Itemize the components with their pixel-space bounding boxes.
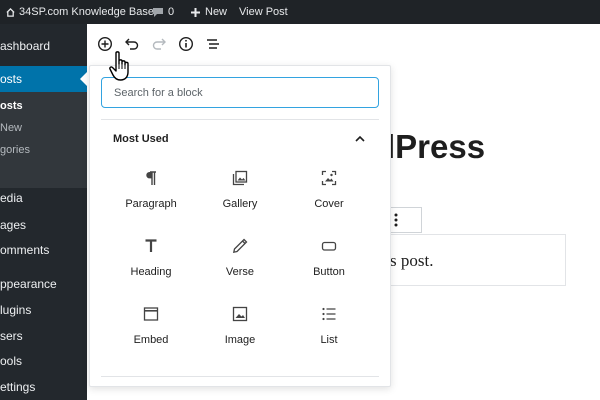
block-label: Image: [224, 334, 256, 346]
admin-sidebar: ashboard osts osts New gories edia ages …: [0, 24, 87, 400]
sidebar-item-posts[interactable]: osts: [0, 66, 87, 92]
plus-icon: [190, 7, 201, 18]
gallery-icon: [232, 170, 248, 186]
sidebar-item-label: lugins: [0, 303, 32, 317]
home-icon: [6, 7, 15, 17]
block-label: Cover: [314, 198, 344, 210]
sidebar-item-label: osts: [0, 72, 23, 86]
outline-icon[interactable]: [203, 34, 223, 54]
submenu-add-new[interactable]: New: [0, 122, 22, 134]
block-label: Paragraph: [125, 198, 177, 210]
block-label: Embed: [133, 334, 169, 346]
redo-icon[interactable]: [149, 34, 169, 54]
block-item-gallery[interactable]: Gallery: [196, 164, 284, 222]
site-name-link[interactable]: 34SP.com Knowledge Base: [6, 0, 154, 24]
current-menu-arrow: [80, 72, 87, 86]
verse-icon: [232, 238, 248, 254]
most-used-panel-title[interactable]: Most Used: [113, 133, 169, 145]
paragraph-block[interactable]: s post.: [380, 234, 566, 286]
paragraph-text-fragment: s post.: [390, 251, 434, 270]
sidebar-item-label: omments: [0, 243, 50, 257]
block-search-input[interactable]: [101, 77, 379, 108]
sidebar-item-label: ages: [0, 218, 27, 232]
block-item-cover[interactable]: Cover: [285, 164, 373, 222]
sidebar-item-settings[interactable]: ettings: [0, 377, 87, 397]
block-item-embed[interactable]: Embed: [107, 300, 195, 358]
more-options-icon[interactable]: [394, 212, 398, 233]
admin-bar: 34SP.com Knowledge Base 0 New View Post: [0, 0, 600, 24]
sidebar-item-tools[interactable]: ools: [0, 351, 87, 371]
sidebar-item-media[interactable]: edia: [0, 188, 87, 208]
block-item-paragraph[interactable]: Paragraph: [107, 164, 195, 222]
sidebar-item-label: sers: [0, 329, 23, 343]
list-icon: [321, 306, 337, 322]
block-label: Heading: [130, 266, 172, 278]
block-label: Gallery: [222, 198, 258, 210]
divider: [101, 119, 379, 120]
image-icon: [232, 306, 248, 322]
sidebar-item-pages[interactable]: ages: [0, 215, 87, 235]
comments-link[interactable]: 0: [152, 0, 174, 24]
embed-icon: [143, 306, 159, 322]
block-inserter-popover: Most Used Paragraph Gallery Cover Headin…: [89, 65, 391, 387]
cover-icon: [321, 170, 337, 186]
posts-submenu: osts New gories: [0, 92, 87, 188]
block-label: List: [320, 334, 338, 346]
sidebar-item-label: ools: [0, 354, 23, 368]
submenu-all-posts[interactable]: osts: [0, 100, 23, 112]
submenu-categories[interactable]: gories: [0, 144, 30, 156]
block-item-list[interactable]: List: [285, 300, 373, 358]
block-item-verse[interactable]: Verse: [196, 232, 284, 290]
block-label: Verse: [225, 266, 255, 278]
sidebar-item-label: edia: [0, 191, 23, 205]
heading-icon: [143, 238, 159, 254]
sidebar-item-dashboard[interactable]: ashboard: [0, 36, 87, 56]
sidebar-item-appearance[interactable]: ppearance: [0, 274, 87, 294]
paragraph-icon: [143, 170, 159, 186]
sidebar-item-users[interactable]: sers: [0, 326, 87, 346]
new-label: New: [205, 6, 228, 18]
chevron-up-icon[interactable]: [354, 132, 366, 150]
block-item-heading[interactable]: Heading: [107, 232, 195, 290]
block-label: Button: [313, 266, 345, 278]
hand-pointer-cursor-icon: [108, 50, 136, 84]
sidebar-item-label: ppearance: [0, 277, 57, 291]
view-post-link[interactable]: View Post: [239, 0, 288, 24]
block-item-button[interactable]: Button: [285, 232, 373, 290]
new-content-link[interactable]: New: [190, 0, 227, 24]
comments-count: 0: [168, 6, 175, 18]
comment-bubble-icon: [152, 7, 164, 18]
button-icon: [321, 238, 337, 254]
sidebar-item-label: ashboard: [0, 39, 51, 53]
post-title-fragment[interactable]: lPress: [386, 128, 485, 166]
block-item-image[interactable]: Image: [196, 300, 284, 358]
sidebar-item-label: ettings: [0, 380, 36, 394]
divider: [101, 376, 379, 377]
sidebar-item-comments[interactable]: omments: [0, 240, 87, 260]
info-icon[interactable]: [176, 34, 196, 54]
view-post-label: View Post: [239, 6, 288, 18]
sidebar-item-plugins[interactable]: lugins: [0, 300, 87, 320]
site-name-label: 34SP.com Knowledge Base: [19, 6, 154, 18]
